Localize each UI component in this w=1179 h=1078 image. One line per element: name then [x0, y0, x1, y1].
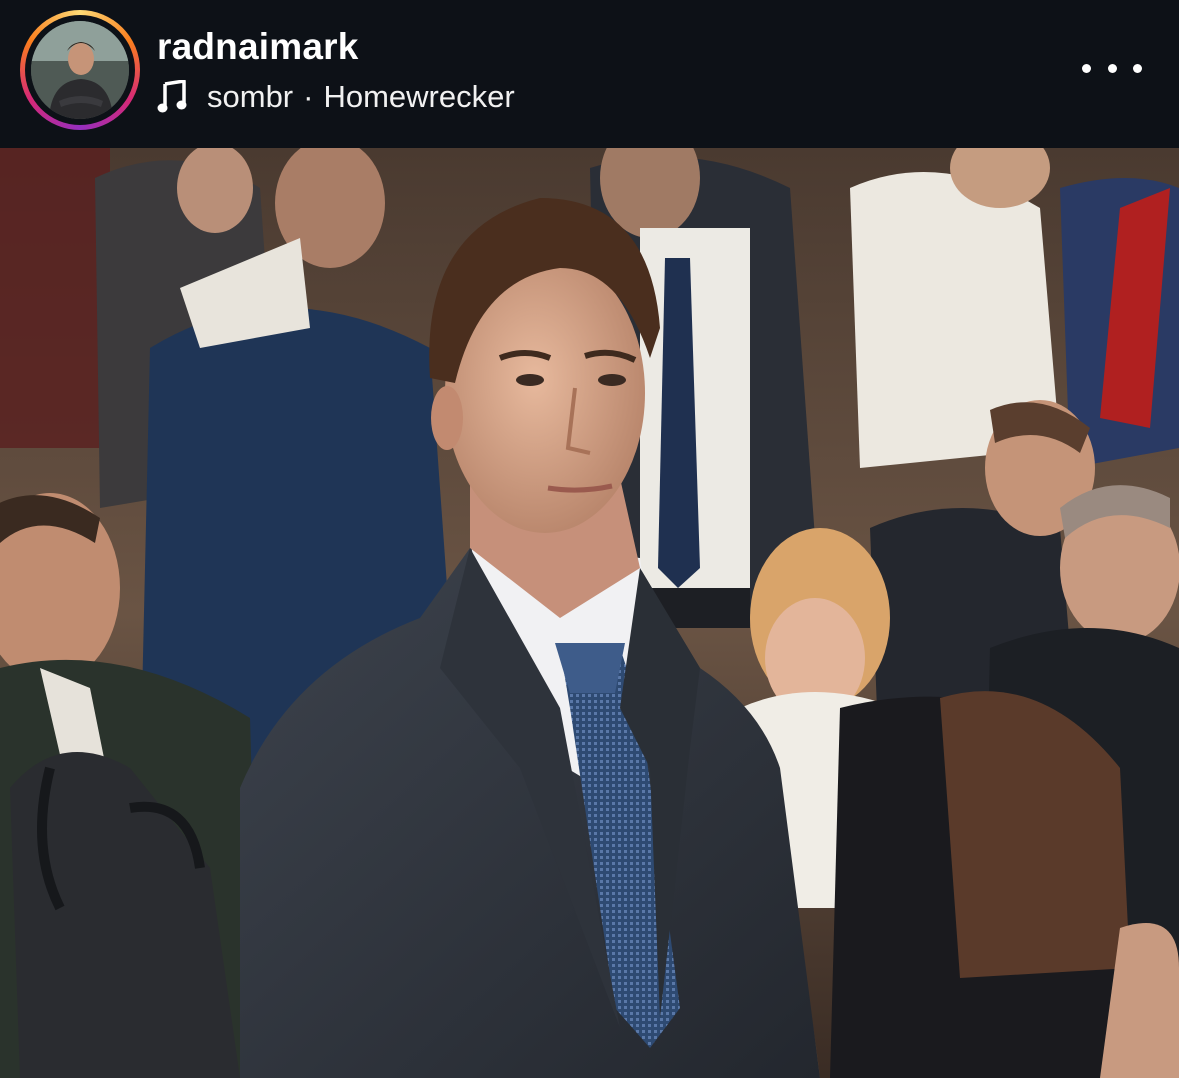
avatar-image [31, 21, 129, 119]
post-photo[interactable] [0, 148, 1179, 1078]
avatar[interactable] [31, 21, 129, 119]
post-header: radnaimark sombr · Homewrecker [0, 0, 1179, 148]
music-note-icon [157, 80, 187, 114]
photo-image [0, 148, 1179, 1078]
username[interactable]: radnaimark [157, 26, 359, 68]
music-attribution[interactable]: sombr · Homewrecker [157, 78, 515, 116]
story-ring[interactable] [20, 10, 140, 130]
music-artist: sombr [207, 79, 294, 114]
music-separator: · [303, 79, 314, 114]
music-track: Homewrecker [323, 79, 515, 114]
more-horizontal-icon [1082, 63, 1091, 73]
more-options-button[interactable] [1082, 50, 1142, 86]
